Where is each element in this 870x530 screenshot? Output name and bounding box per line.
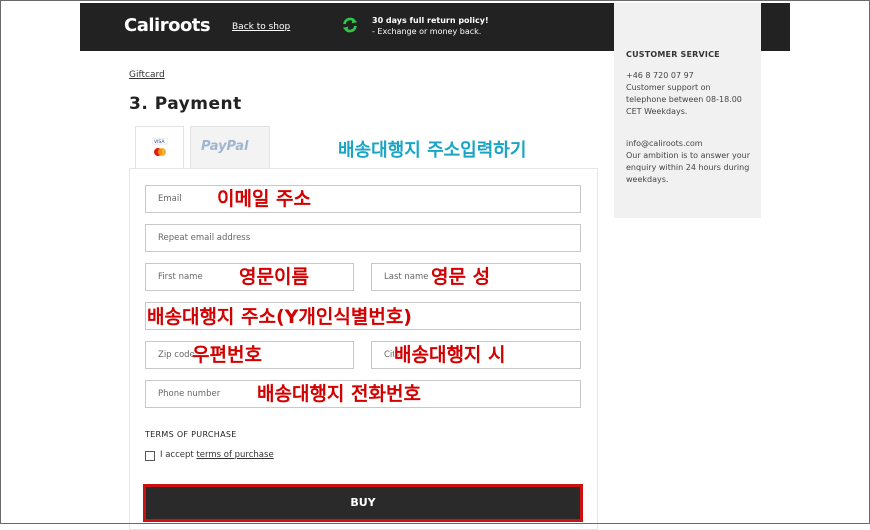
support-email[interactable]: info@caliroots.com <box>626 138 751 150</box>
refresh-icon <box>342 17 358 33</box>
accept-terms-checkbox[interactable] <box>145 451 155 461</box>
annotation-email: 이메일 주소 <box>217 188 312 210</box>
annotation-last-name: 영문 성 <box>431 266 491 288</box>
annotation-address: 배송대행지 주소(Y개인식별번호) <box>147 306 412 328</box>
annotation-first-name: 영문이름 <box>239 266 309 288</box>
repeat-email-field[interactable]: Repeat email address <box>145 224 581 252</box>
return-policy: 30 days full return policy! - Exchange o… <box>372 15 489 37</box>
annotation-city: 배송대행지 시 <box>394 344 506 366</box>
annotation-zip: 우편번호 <box>192 344 262 366</box>
terms-of-purchase-link[interactable]: terms of purchase <box>196 450 273 460</box>
site-logo[interactable]: Caliroots <box>124 15 211 36</box>
email-field[interactable]: Email <box>145 185 581 213</box>
support-phone: +46 8 720 07 97 <box>626 71 694 80</box>
breadcrumb-giftcard[interactable]: Giftcard <box>129 70 165 80</box>
back-to-shop-link[interactable]: Back to shop <box>232 22 290 32</box>
annotation-shipping-address-title: 배송대행지 주소입력하기 <box>338 140 527 161</box>
credit-card-icon: VISA <box>152 138 168 156</box>
annotation-phone: 배송대행지 전화번호 <box>257 383 421 405</box>
policy-title: 30 days full return policy! <box>372 16 489 25</box>
svg-text:VISA: VISA <box>154 139 165 145</box>
support-phone-desc: Customer support on telephone between 08… <box>626 83 742 116</box>
support-email-desc: Our ambition is to answer your enquiry w… <box>626 151 750 184</box>
paypal-logo: PayPal <box>201 139 249 154</box>
terms-title: TERMS OF PURCHASE <box>145 430 237 439</box>
page-title: 3. Payment <box>129 94 242 114</box>
accept-terms-label: I accept terms of purchase <box>160 450 274 460</box>
buy-button[interactable]: BUY <box>143 484 583 522</box>
policy-subtitle: - Exchange or money back. <box>372 27 482 36</box>
customer-service-title: CUSTOMER SERVICE <box>626 50 720 59</box>
